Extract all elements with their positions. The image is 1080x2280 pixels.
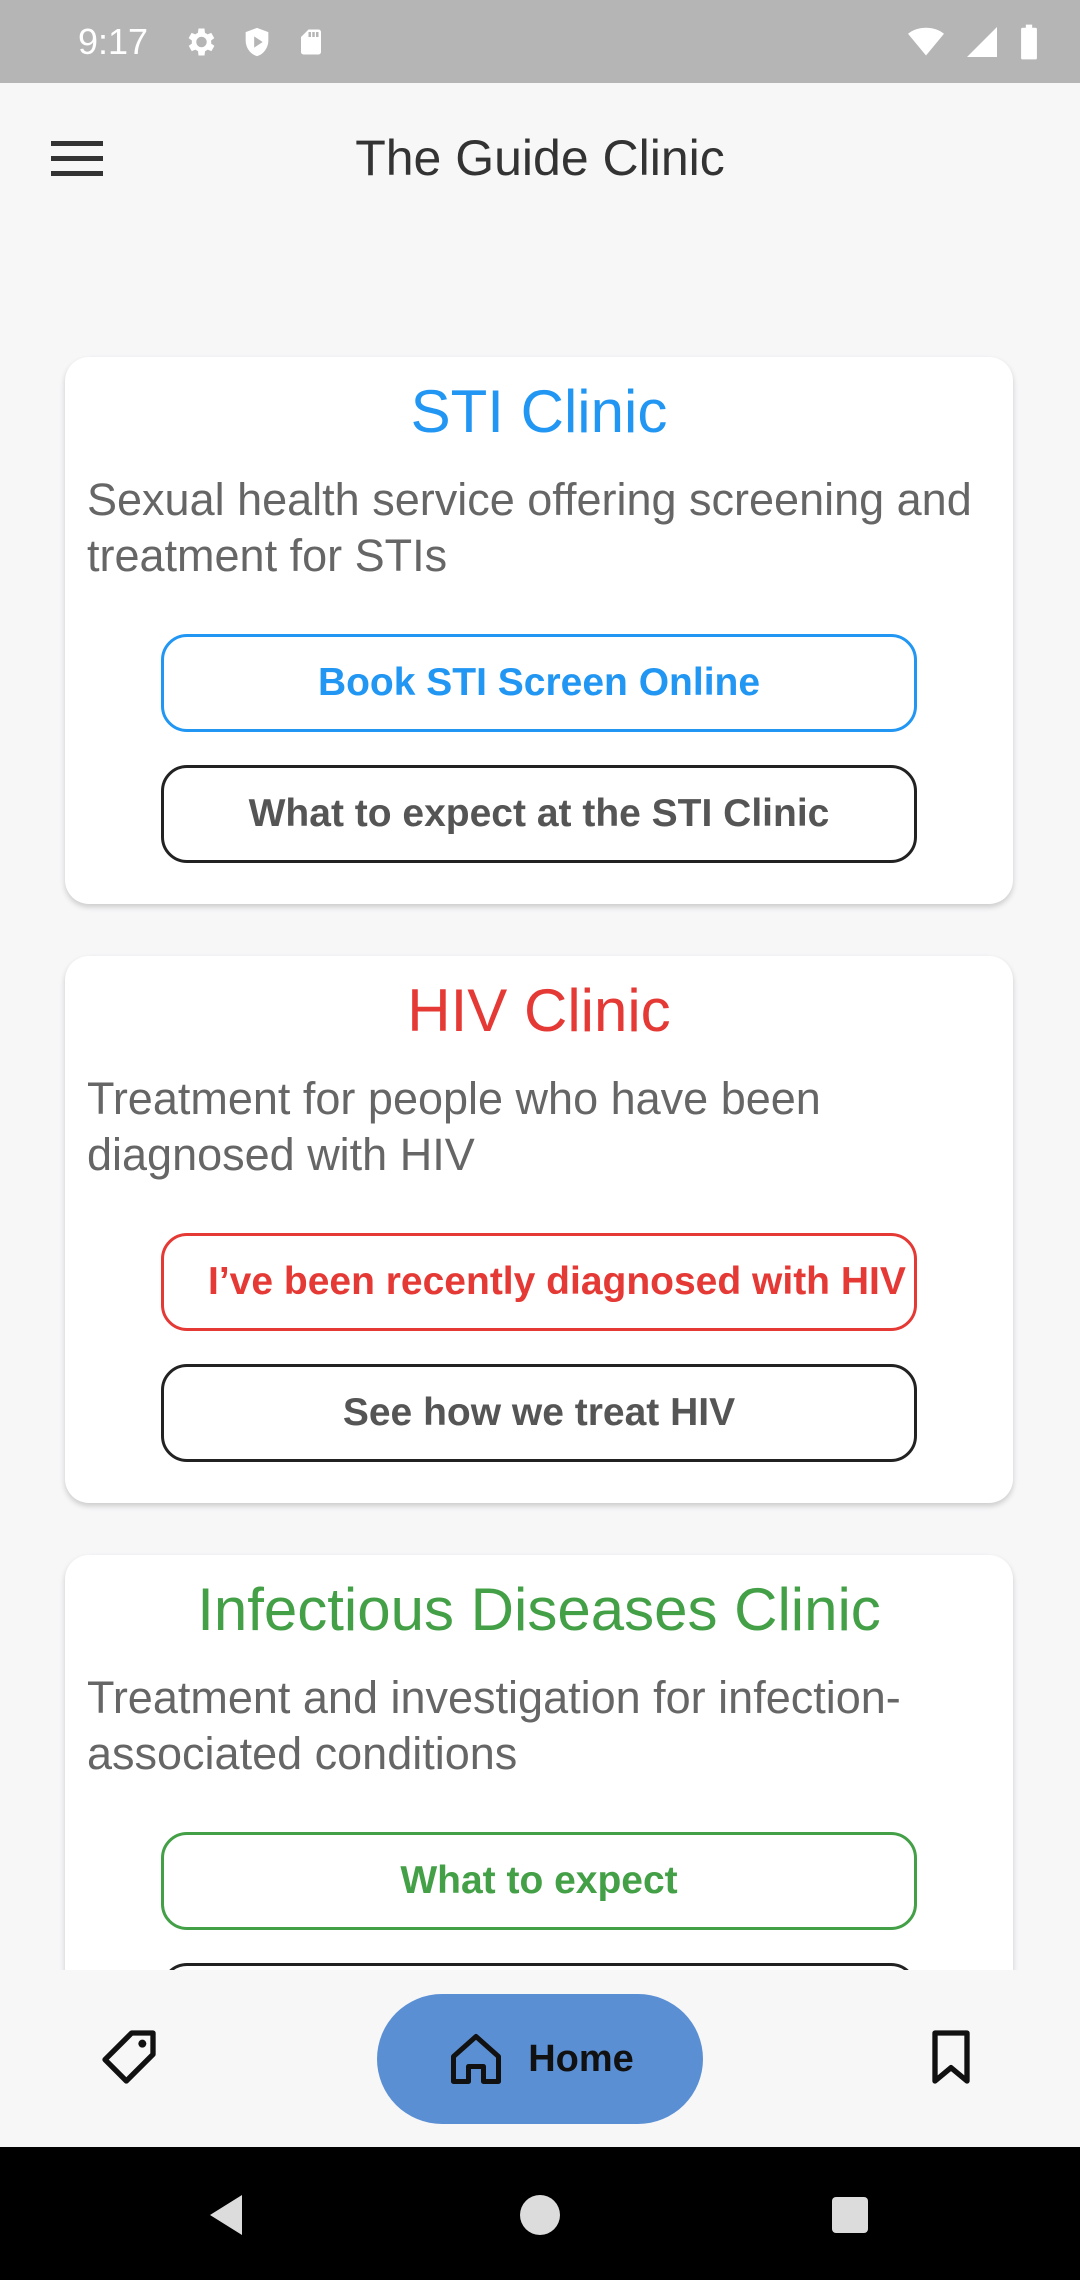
battery-icon — [1021, 24, 1037, 59]
id-secondary-button[interactable] — [161, 1963, 917, 1970]
wifi-icon — [908, 27, 944, 55]
status-bar: 9:17 — [0, 0, 1080, 83]
id-what-to-expect-button[interactable]: What to expect — [161, 1832, 917, 1930]
bottom-navigation: Home — [0, 1970, 1080, 2147]
home-tab[interactable]: Home — [377, 1994, 703, 2124]
card-description: Treatment for people who have been diagn… — [87, 1073, 821, 1180]
home-label: Home — [528, 2037, 634, 2080]
app-bar: The Guide Clinic — [0, 83, 1080, 233]
card-title: Infectious Diseases Clinic — [197, 1576, 881, 1643]
status-time: 9:17 — [78, 20, 149, 62]
hiv-clinic-card: HIV Clinic Treatment for people who have… — [65, 956, 1013, 1503]
app-title: The Guide Clinic — [355, 130, 725, 186]
card-description: Treatment and investigation for infectio… — [87, 1672, 901, 1779]
home-icon — [451, 2034, 502, 2084]
sd-card-icon — [301, 29, 322, 54]
how-we-treat-hiv-button[interactable]: See how we treat HIV — [161, 1364, 917, 1462]
infectious-diseases-clinic-card: Infectious Diseases Clinic Treatment and… — [65, 1555, 1013, 1970]
sti-what-to-expect-button[interactable]: What to expect at the STI Clinic — [161, 765, 917, 863]
shield-icon — [245, 27, 269, 56]
recents-icon[interactable] — [826, 2191, 874, 2239]
card-title: STI Clinic — [410, 378, 668, 445]
book-sti-screen-button[interactable]: Book STI Screen Online — [161, 634, 917, 732]
system-navigation-bar — [0, 2147, 1080, 2280]
sti-clinic-card: STI Clinic Sexual health service offerin… — [65, 357, 1013, 904]
tag-icon[interactable] — [97, 2025, 161, 2089]
recently-diagnosed-button[interactable]: I’ve been recently diagnosed with HIV — [161, 1233, 917, 1331]
card-description: Sexual health service offering screening… — [87, 474, 972, 581]
back-icon[interactable] — [202, 2191, 250, 2239]
clinic-list[interactable]: STI Clinic Sexual health service offerin… — [0, 233, 1080, 1970]
card-title: HIV Clinic — [407, 977, 671, 1044]
settings-icon — [188, 28, 215, 55]
home-circle-icon[interactable] — [516, 2191, 564, 2239]
bookmark-icon[interactable] — [919, 2025, 983, 2089]
signal-icon — [967, 26, 997, 57]
